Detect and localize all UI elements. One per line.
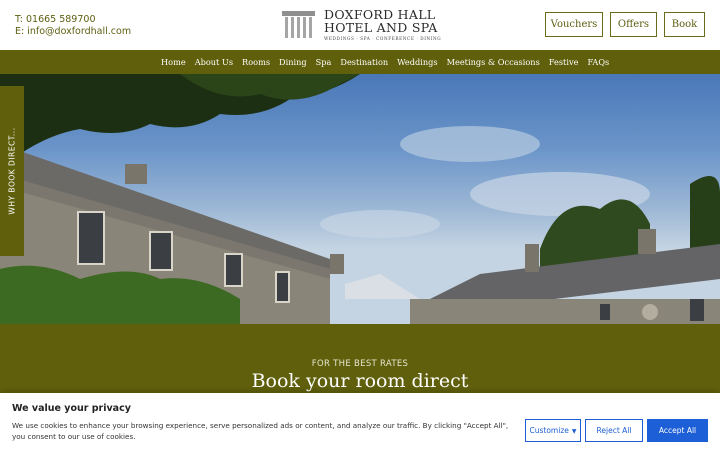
site-header: T: 01665 589700 E: info@doxfordhall.com … [0, 0, 720, 50]
logo-name: DOXFORD HALL HOTEL AND SPA [324, 8, 438, 34]
book-button[interactable]: Book [664, 12, 705, 37]
cookie-text: We use cookies to enhance your browsing … [12, 421, 509, 441]
why-book-direct-label: WHY BOOK DIRECT... [7, 127, 17, 215]
nav-item-home[interactable]: Home [161, 57, 186, 67]
accept-all-button[interactable]: Accept All [647, 419, 708, 442]
customize-button[interactable]: Customize ▼ [525, 419, 581, 442]
hotel-building-illustration [0, 74, 720, 324]
offers-button[interactable]: Offers [610, 12, 657, 37]
site-logo[interactable]: DOXFORD HALL HOTEL AND SPA WEDDINGS · SP… [282, 8, 442, 44]
main-nav: Home About Us Rooms Dining Spa Destinati… [0, 50, 720, 74]
nav-item-about-us[interactable]: About Us [195, 57, 233, 67]
customize-label: Customize [529, 426, 569, 435]
nav-item-rooms[interactable]: Rooms [242, 57, 270, 67]
logo-tagline: WEDDINGS · SPA · CONFERENCE · DINING [324, 36, 442, 41]
why-book-direct-tab[interactable]: WHY BOOK DIRECT... [0, 86, 24, 256]
phone-link[interactable]: T: 01665 589700 [15, 14, 131, 26]
hero-image [0, 74, 720, 324]
cookie-banner: We value your privacy We use cookies to … [0, 393, 720, 450]
booking-kicker: FOR THE BEST RATES [311, 359, 409, 369]
vouchers-button[interactable]: Vouchers [545, 12, 603, 37]
pillar-logo-icon [282, 11, 315, 40]
cookie-title: We value your privacy [12, 403, 131, 414]
nav-item-meetings-occasions[interactable]: Meetings & Occasions [447, 57, 540, 67]
nav-item-destination[interactable]: Destination [340, 57, 388, 67]
booking-title: Book your room direct [251, 370, 469, 392]
logo-line-2: HOTEL AND SPA [324, 20, 438, 35]
reject-all-button[interactable]: Reject All [585, 419, 643, 442]
email-link[interactable]: E: info@doxfordhall.com [15, 26, 131, 38]
nav-item-spa[interactable]: Spa [316, 57, 332, 67]
nav-item-faqs[interactable]: FAQs [587, 57, 609, 67]
nav-item-dining[interactable]: Dining [279, 57, 307, 67]
contact-info: T: 01665 589700 E: info@doxfordhall.com [15, 14, 131, 38]
nav-item-weddings[interactable]: Weddings [397, 57, 437, 67]
nav-item-festive[interactable]: Festive [549, 57, 579, 67]
caret-down-icon: ▼ [571, 428, 577, 435]
